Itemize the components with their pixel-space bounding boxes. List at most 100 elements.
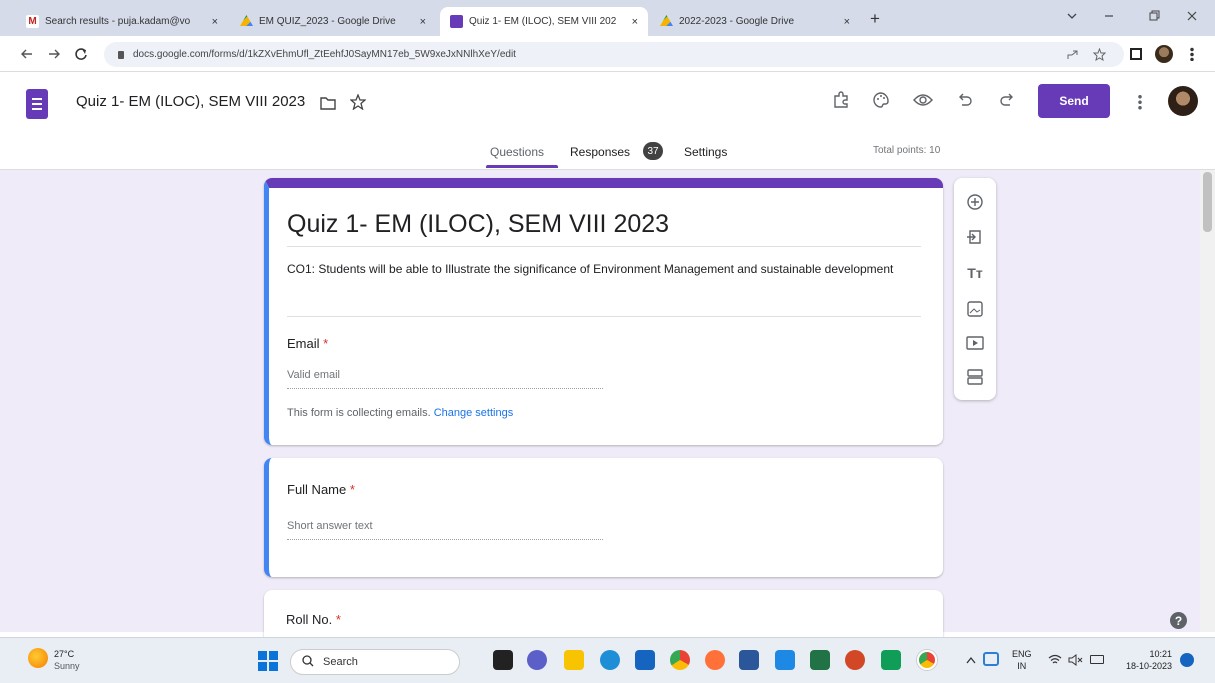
language-indicator[interactable]: ENG IN [1012, 648, 1032, 672]
side-panel-icon[interactable] [1130, 48, 1142, 60]
forward-icon[interactable] [47, 47, 61, 61]
google-drive-icon [660, 15, 673, 27]
form-title-header[interactable]: Quiz 1- EM (ILOC), SEM VIII 2023 [76, 93, 305, 110]
show-hidden-icons-chevron-icon[interactable] [966, 656, 976, 664]
tab-search-icon[interactable] [1066, 10, 1078, 22]
back-icon[interactable] [20, 47, 34, 61]
start-windows-icon[interactable] [258, 651, 278, 671]
change-settings-link[interactable]: Change settings [434, 407, 514, 419]
more-options-icon[interactable] [1138, 94, 1142, 110]
chrome-active-icon[interactable] [917, 650, 937, 670]
addons-puzzle-icon[interactable] [832, 91, 850, 109]
url-text: docs.google.com/forms/d/1kZXvEhmUfl_ZtEe… [133, 49, 516, 60]
minimize-icon[interactable] [1103, 10, 1115, 22]
bookmark-star-icon[interactable] [1093, 48, 1106, 61]
tab-responses[interactable]: Responses [570, 145, 630, 159]
required-asterisk: * [349, 482, 355, 497]
mail-icon[interactable] [775, 650, 795, 670]
title-divider [287, 246, 921, 247]
close-tab-icon[interactable]: × [632, 16, 638, 28]
clock-time: 10:21 [1149, 649, 1172, 659]
help-icon[interactable]: ? [1170, 612, 1187, 629]
form-description[interactable]: CO1: Students will be able to Illustrate… [287, 260, 907, 278]
scrollbar-track[interactable] [1200, 170, 1215, 632]
browser-tab-drive-emquiz[interactable]: EM QUIZ_2023 - Google Drive × [230, 7, 436, 36]
preview-eye-icon[interactable] [913, 93, 933, 107]
file-explorer-icon[interactable] [564, 650, 584, 670]
region-code: IN [1017, 661, 1027, 671]
add-image-icon[interactable] [964, 299, 986, 319]
question-title[interactable]: Roll No. * [286, 612, 341, 627]
google-forms-logo[interactable] [26, 89, 48, 119]
tab-questions[interactable]: Questions [490, 145, 544, 159]
reload-icon[interactable] [74, 47, 88, 61]
volume-muted-icon[interactable] [1068, 654, 1084, 666]
battery-icon[interactable] [1090, 655, 1104, 664]
close-tab-icon[interactable]: × [420, 16, 426, 28]
powerpoint-icon[interactable] [845, 650, 865, 670]
search-icon [302, 655, 314, 667]
new-tab-button[interactable]: + [870, 9, 880, 29]
notifications-icon[interactable] [1180, 653, 1194, 667]
restore-icon[interactable] [1148, 10, 1160, 22]
add-question-icon[interactable] [964, 192, 986, 212]
task-view-icon[interactable] [493, 650, 513, 670]
browser-tab-title: 2022-2023 - Google Drive [679, 16, 795, 27]
close-tab-icon[interactable]: × [212, 16, 218, 28]
weather-widget[interactable]: 27°C Sunny [54, 648, 80, 672]
excel-icon[interactable] [810, 650, 830, 670]
add-title-text-icon[interactable]: Tт [964, 263, 986, 283]
url-bar[interactable]: docs.google.com/forms/d/1kZXvEhmUfl_ZtEe… [104, 42, 1124, 67]
form-title-card[interactable]: Quiz 1- EM (ILOC), SEM VIII 2023 CO1: St… [264, 178, 943, 445]
tab-settings[interactable]: Settings [684, 145, 727, 159]
total-points: Total points: 10 [873, 145, 941, 156]
form-title[interactable]: Quiz 1- EM (ILOC), SEM VIII 2023 [287, 210, 669, 239]
clock[interactable]: 10:21 18-10-2023 [1118, 648, 1172, 672]
redo-icon[interactable] [999, 92, 1015, 108]
teams-chat-icon[interactable] [527, 650, 547, 670]
send-button[interactable]: Send [1038, 84, 1110, 118]
profile-avatar[interactable] [1155, 45, 1173, 63]
close-window-icon[interactable] [1186, 10, 1198, 22]
browser-menu-icon[interactable] [1190, 47, 1194, 61]
close-tab-icon[interactable]: × [844, 16, 850, 28]
taskbar-search-box[interactable]: Search [290, 649, 460, 675]
edge-browser-icon[interactable] [600, 650, 620, 670]
active-tab-indicator [486, 165, 558, 168]
add-section-icon[interactable] [964, 367, 986, 387]
share-icon[interactable] [1066, 48, 1079, 61]
browser-tab-gmail[interactable]: M Search results - puja.kadam@vo × [16, 7, 228, 36]
lock-icon [118, 50, 124, 59]
required-asterisk: * [323, 336, 329, 351]
firefox-icon[interactable] [705, 650, 725, 670]
email-label: Email * [287, 336, 329, 351]
clock-date: 18-10-2023 [1125, 661, 1172, 671]
customize-theme-palette-icon[interactable] [872, 91, 890, 109]
browser-tab-drive-2022[interactable]: 2022-2023 - Google Drive × [650, 7, 860, 36]
scrollbar-thumb[interactable] [1203, 172, 1212, 232]
weather-icon[interactable] [28, 648, 48, 668]
wifi-icon[interactable] [1048, 654, 1062, 666]
short-answer-input: Short answer text [287, 520, 603, 540]
taskbar-search-label: Search [323, 656, 358, 668]
word-icon[interactable] [739, 650, 759, 670]
folder-icon[interactable] [320, 96, 336, 110]
publisher-icon[interactable] [881, 650, 901, 670]
undo-icon[interactable] [957, 92, 973, 108]
account-avatar[interactable] [1168, 86, 1198, 116]
add-video-icon[interactable] [964, 333, 986, 353]
chrome-icon[interactable] [670, 650, 690, 670]
question-card[interactable]: Full Name * Short answer text [264, 458, 943, 577]
import-questions-icon[interactable] [964, 227, 986, 247]
google-drive-icon [240, 15, 253, 27]
browser-tab-forms-active[interactable]: Quiz 1- EM (ILOC), SEM VIII 202 × [440, 7, 648, 36]
email-input: Valid email [287, 369, 603, 389]
responses-count-badge: 37 [643, 142, 663, 160]
question-title[interactable]: Full Name * [287, 482, 355, 497]
gmail-icon: M [26, 15, 39, 28]
microsoft-store-icon[interactable] [635, 650, 655, 670]
question-toolbar: Tт [954, 178, 996, 400]
onedrive-icon[interactable] [983, 652, 999, 666]
star-icon[interactable] [350, 94, 366, 110]
browser-tab-title: Quiz 1- EM (ILOC), SEM VIII 202 [469, 16, 617, 27]
